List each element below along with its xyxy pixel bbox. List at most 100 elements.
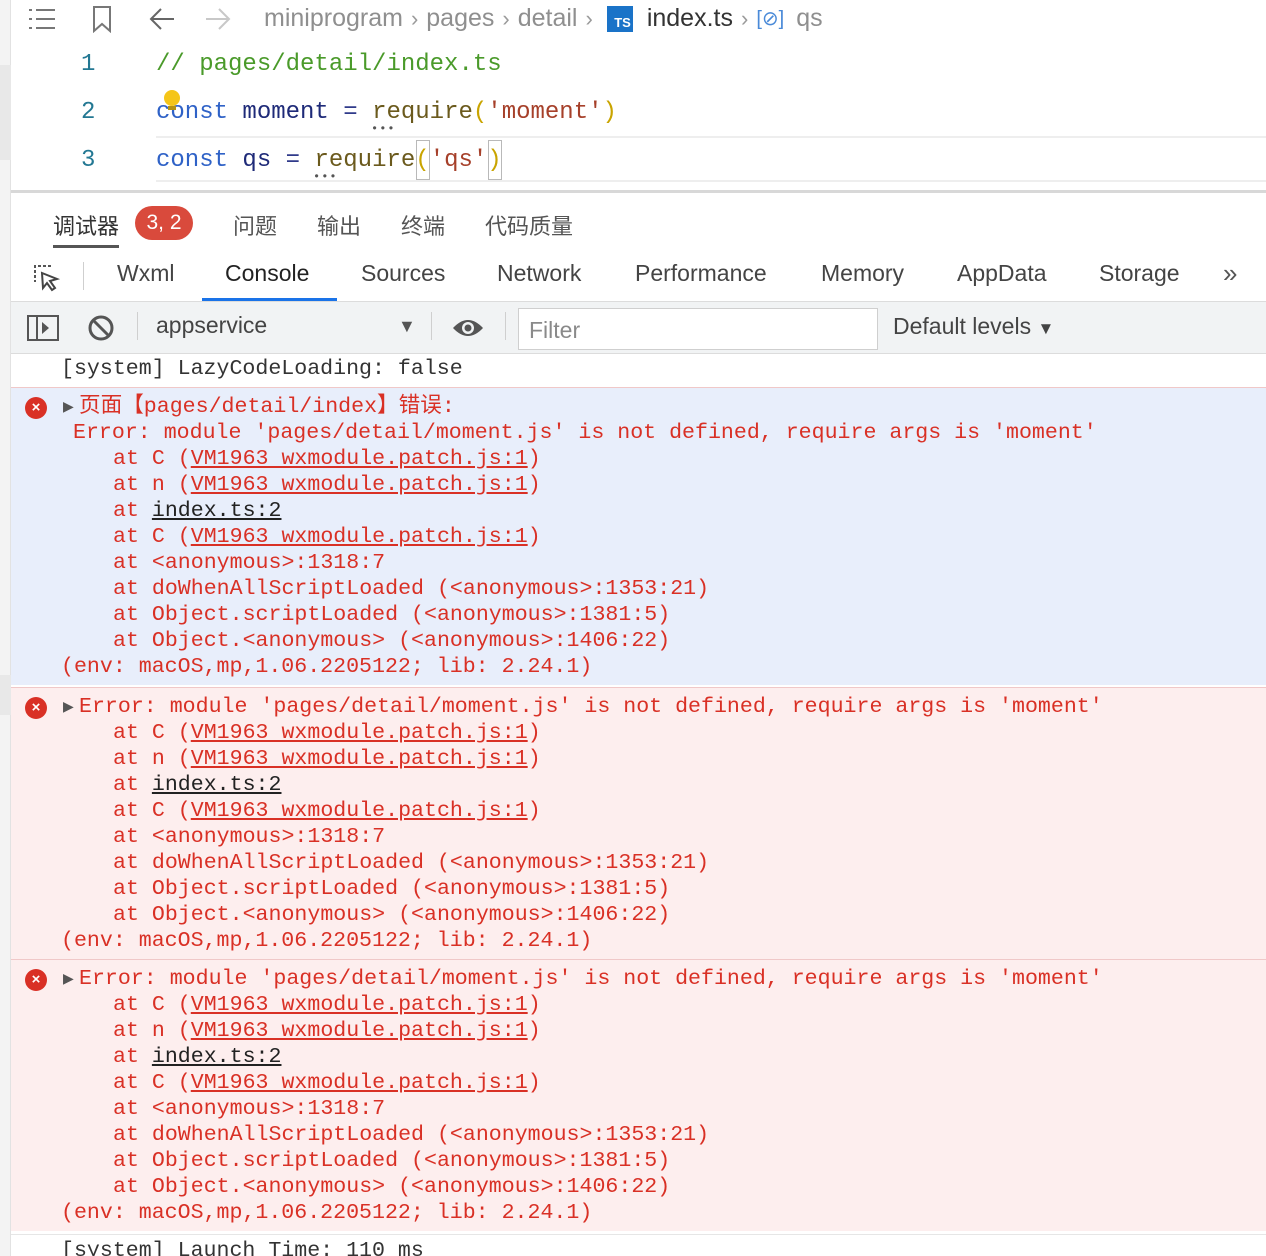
code-line: 3 const qs = require('qs') bbox=[11, 138, 1266, 182]
error-icon: × bbox=[25, 969, 47, 991]
tab-appdata[interactable]: AppData bbox=[957, 260, 1047, 302]
console-error-entry[interactable]: × ▶ Error: module 'pages/detail/moment.js'… bbox=[11, 687, 1266, 959]
breadcrumb-item[interactable]: miniprogram bbox=[264, 4, 403, 33]
error-message: Error: module 'pages/detail/moment.js' i… bbox=[73, 421, 1097, 445]
stack-frame: at <anonymous>:1318:7 bbox=[113, 551, 386, 575]
stack-frame: at C (VM1963 wxmodule.patch.js:1) bbox=[113, 525, 541, 549]
back-arrow-icon[interactable] bbox=[148, 6, 176, 32]
stack-frame: at index.ts:2 bbox=[113, 773, 282, 797]
error-icon: × bbox=[25, 697, 47, 719]
clear-console-icon[interactable] bbox=[87, 314, 115, 347]
devtools-tabs: Wxml Console Sources Network Performance… bbox=[11, 248, 1266, 302]
ellipsis-hint-icon: ••• bbox=[313, 170, 338, 184]
expand-triangle-icon[interactable]: ▶ bbox=[63, 399, 74, 415]
ellipsis-hint-icon: ••• bbox=[371, 122, 396, 136]
stack-frame: at C (VM1963 wxmodule.patch.js:1) bbox=[113, 993, 541, 1017]
console-message: [system] LazyCodeLoading: false bbox=[61, 357, 463, 381]
source-link[interactable]: VM1963 wxmodule.patch.js:1 bbox=[191, 799, 528, 823]
context-select[interactable]: appservice bbox=[156, 312, 267, 339]
code-line: 2 const moment = require('moment') bbox=[11, 90, 1266, 134]
source-link[interactable]: VM1963 wxmodule.patch.js:1 bbox=[191, 993, 528, 1017]
expand-triangle-icon[interactable]: ▶ bbox=[63, 971, 74, 987]
source-link[interactable]: VM1963 wxmodule.patch.js:1 bbox=[191, 473, 528, 497]
stack-frame: at C (VM1963 wxmodule.patch.js:1) bbox=[113, 447, 541, 471]
active-tab-indicator bbox=[202, 298, 337, 301]
tab-code-quality[interactable]: 代码质量 bbox=[485, 209, 573, 241]
tab-debugger[interactable]: 调试器 bbox=[53, 209, 119, 241]
tab-network[interactable]: Network bbox=[497, 260, 581, 302]
list-icon[interactable] bbox=[27, 6, 57, 32]
breadcrumb-item[interactable]: pages bbox=[426, 4, 494, 33]
code-editor[interactable]: 1 // pages/detail/index.ts 2 const momen… bbox=[11, 40, 1266, 188]
source-link[interactable]: index.ts:2 bbox=[152, 773, 282, 797]
filter-input[interactable]: Filter bbox=[518, 308, 878, 350]
typescript-file-icon: TS bbox=[606, 5, 633, 32]
source-link[interactable]: VM1963 wxmodule.patch.js:1 bbox=[191, 525, 528, 549]
live-expression-eye-icon[interactable] bbox=[451, 316, 485, 345]
variable-symbol-icon: [⊘] bbox=[756, 8, 785, 30]
stack-frame: at Object.scriptLoaded (<anonymous>:1381… bbox=[113, 1149, 671, 1173]
stack-frame: at Object.<anonymous> (<anonymous>:1406:… bbox=[113, 1175, 671, 1199]
stack-frame: at n (VM1963 wxmodule.patch.js:1) bbox=[113, 1019, 541, 1043]
code-line: 1 // pages/detail/index.ts bbox=[11, 42, 1266, 86]
source-link[interactable]: VM1963 wxmodule.patch.js:1 bbox=[191, 447, 528, 471]
toolbar-divider bbox=[83, 262, 84, 290]
tab-problems[interactable]: 问题 bbox=[233, 209, 277, 241]
tab-performance[interactable]: Performance bbox=[635, 260, 767, 302]
gutter-band bbox=[0, 675, 11, 715]
chevron-right-icon: › bbox=[740, 5, 749, 31]
left-gutter-strip bbox=[0, 0, 11, 1256]
source-link[interactable]: index.ts:2 bbox=[152, 1045, 282, 1069]
more-tabs-icon[interactable]: » bbox=[1223, 258, 1237, 289]
console-toolbar: appservice ▼ Filter Default levels ▼ bbox=[11, 302, 1266, 354]
source-link[interactable]: VM1963 wxmodule.patch.js:1 bbox=[191, 1019, 528, 1043]
toggle-sidebar-icon[interactable] bbox=[27, 314, 59, 347]
error-icon: × bbox=[25, 397, 47, 419]
panel-tabs: 调试器 3, 2 问题 输出 终端 代码质量 bbox=[11, 190, 1266, 248]
stack-frame: at doWhenAllScriptLoaded (<anonymous>:13… bbox=[113, 1123, 710, 1147]
breadcrumb-file[interactable]: index.ts bbox=[647, 4, 733, 33]
console-message: [system] Launch Time: 110 ms bbox=[11, 1234, 1266, 1256]
stack-frame: at <anonymous>:1318:7 bbox=[113, 1097, 386, 1121]
tab-sources[interactable]: Sources bbox=[361, 260, 445, 302]
breadcrumb-item[interactable]: detail bbox=[518, 4, 578, 33]
stack-frame: at doWhenAllScriptLoaded (<anonymous>:13… bbox=[113, 851, 710, 875]
tab-wxml[interactable]: Wxml bbox=[117, 260, 174, 302]
breadcrumb-symbol[interactable]: qs bbox=[796, 4, 822, 33]
stack-frame: at Object.scriptLoaded (<anonymous>:1381… bbox=[113, 877, 671, 901]
tab-console[interactable]: Console bbox=[225, 260, 309, 302]
forward-arrow-icon[interactable] bbox=[204, 6, 232, 32]
line-number: 3 bbox=[81, 146, 96, 174]
source-link[interactable]: VM1963 wxmodule.patch.js:1 bbox=[191, 747, 528, 771]
stack-frame: at C (VM1963 wxmodule.patch.js:1) bbox=[113, 1071, 541, 1095]
tab-storage[interactable]: Storage bbox=[1099, 260, 1180, 302]
console-error-entry[interactable]: × ▶ 页面【pages/detail/index】错误: Error: module… bbox=[11, 387, 1266, 685]
dropdown-arrow-icon: ▼ bbox=[1037, 319, 1055, 338]
log-levels-select[interactable]: Default levels ▼ bbox=[893, 313, 1054, 340]
tab-memory[interactable]: Memory bbox=[821, 260, 904, 302]
bracket-match-highlight bbox=[488, 140, 502, 180]
error-env-info: (env: macOS,mp,1.06.2205122; lib: 2.24.1… bbox=[61, 929, 593, 953]
source-link[interactable]: VM1963 wxmodule.patch.js:1 bbox=[191, 721, 528, 745]
expand-triangle-icon[interactable]: ▶ bbox=[63, 699, 74, 715]
stack-frame: at <anonymous>:1318:7 bbox=[113, 825, 386, 849]
lightbulb-icon[interactable] bbox=[163, 90, 181, 110]
stack-frame: at n (VM1963 wxmodule.patch.js:1) bbox=[113, 747, 541, 771]
inspect-element-icon[interactable] bbox=[31, 262, 61, 292]
toolbar-divider bbox=[431, 312, 432, 340]
error-warning-count-badge: 3, 2 bbox=[135, 206, 193, 240]
dropdown-arrow-icon[interactable]: ▼ bbox=[398, 316, 416, 337]
tab-output[interactable]: 输出 bbox=[317, 209, 361, 241]
error-header: 页面【pages/detail/index】错误: bbox=[79, 395, 455, 419]
console-output: [system] LazyCodeLoading: false × ▶ 页面【pag… bbox=[11, 354, 1266, 1256]
bookmark-icon[interactable] bbox=[91, 5, 113, 33]
stack-frame: at doWhenAllScriptLoaded (<anonymous>:13… bbox=[113, 577, 710, 601]
stack-frame: at Object.<anonymous> (<anonymous>:1406:… bbox=[113, 629, 671, 653]
chevron-right-icon: › bbox=[502, 5, 510, 31]
error-env-info: (env: macOS,mp,1.06.2205122; lib: 2.24.1… bbox=[61, 655, 593, 679]
source-link[interactable]: index.ts:2 bbox=[152, 499, 282, 523]
console-error-entry[interactable]: × ▶ Error: module 'pages/detail/moment.js'… bbox=[11, 959, 1266, 1231]
stack-frame: at n (VM1963 wxmodule.patch.js:1) bbox=[113, 473, 541, 497]
source-link[interactable]: VM1963 wxmodule.patch.js:1 bbox=[191, 1071, 528, 1095]
tab-terminal[interactable]: 终端 bbox=[401, 209, 445, 241]
